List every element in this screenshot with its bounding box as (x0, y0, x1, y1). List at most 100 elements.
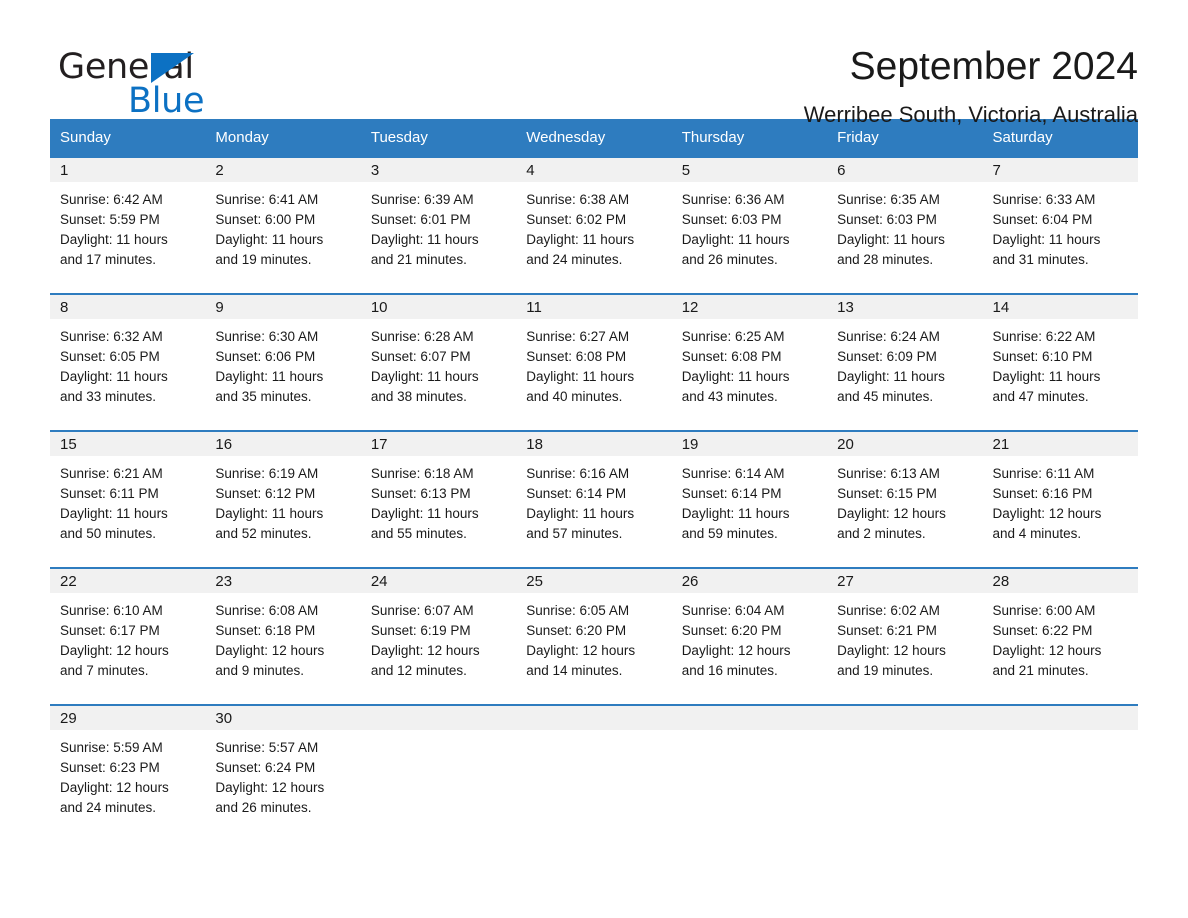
day-number-band (982, 706, 1138, 730)
calendar-day-cell[interactable]: 17 Sunrise: 6:18 AM Sunset: 6:13 PM Dayligh… (360, 430, 517, 568)
calendar-day-cell[interactable]: 27 Sunrise: 6:02 AM Sunset: 6:21 PM Dayligh… (827, 567, 983, 705)
calendar-day-cell[interactable]: 22 Sunrise: 6:10 AM Sunset: 6:17 PM Dayligh… (50, 567, 206, 705)
calendar-day-cell[interactable]: 30 Sunrise: 5:57 AM Sunset: 6:24 PM Dayligh… (205, 704, 361, 838)
calendar-empty-cell (516, 704, 672, 838)
calendar-day-cell[interactable]: 21 Sunrise: 6:11 AM Sunset: 6:16 PM Dayligh… (982, 430, 1138, 568)
day-number-band: 15 (50, 432, 206, 456)
day-number-band: 12 (671, 295, 828, 319)
sunset-text: Sunset: 6:23 PM (60, 760, 160, 775)
calendar-day-cell[interactable]: 25 Sunrise: 6:05 AM Sunset: 6:20 PM Dayligh… (516, 567, 672, 705)
sunset-text: Sunset: 6:16 PM (992, 486, 1093, 501)
day-number-band: 5 (671, 158, 828, 182)
day-number-band: 18 (516, 432, 672, 456)
day-number-band: 16 (205, 432, 361, 456)
calendar-day-cell[interactable]: 9 Sunrise: 6:30 AM Sunset: 6:06 PM Daylight… (205, 293, 361, 431)
calendar-day-cell[interactable]: 4 Sunrise: 6:38 AM Sunset: 6:02 PM Daylight… (516, 156, 672, 294)
calendar-day-cell[interactable]: 12 Sunrise: 6:25 AM Sunset: 6:08 PM Dayligh… (671, 293, 828, 431)
daylight-text-line2: and 45 minutes. (837, 389, 934, 404)
sunrise-text: Sunrise: 6:41 AM (215, 192, 319, 207)
calendar-day-cell[interactable]: 5 Sunrise: 6:36 AM Sunset: 6:03 PM Daylight… (671, 156, 828, 294)
location-subtitle: Werribee South, Victoria, Australia (803, 102, 1138, 127)
calendar-day-cell[interactable]: 26 Sunrise: 6:04 AM Sunset: 6:20 PM Dayligh… (671, 567, 828, 705)
day-cell-body: Sunrise: 6:11 AM Sunset: 6:16 PM Daylight:… (983, 456, 1138, 544)
day-cell-body: Sunrise: 6:39 AM Sunset: 6:01 PM Daylight:… (361, 182, 516, 270)
calendar-page: General Blue September 2024 Werribee Sou… (0, 0, 1188, 918)
day-cell-body: Sunrise: 6:25 AM Sunset: 6:08 PM Daylight:… (672, 319, 827, 407)
calendar-day-cell[interactable]: 15 Sunrise: 6:21 AM Sunset: 6:11 PM Dayligh… (50, 430, 206, 568)
sunrise-text: Sunrise: 6:25 AM (681, 329, 785, 344)
calendar-day-cell[interactable]: 18 Sunrise: 6:16 AM Sunset: 6:14 PM Dayligh… (516, 430, 672, 568)
daylight-text-line2: and 57 minutes. (526, 526, 623, 541)
day-number: 18 (526, 436, 543, 453)
day-number: 14 (992, 299, 1010, 316)
sunrise-text: Sunrise: 6:32 AM (60, 329, 163, 344)
calendar-week-row: 29 Sunrise: 5:59 AM Sunset: 6:23 PM Dayligh… (50, 704, 1138, 838)
sunset-text: Sunset: 6:07 PM (370, 349, 471, 364)
day-number-band: 20 (827, 432, 983, 456)
day-number: 20 (837, 436, 854, 453)
daylight-text-line2: and 19 minutes. (215, 252, 312, 267)
sunrise-text: Sunrise: 6:14 AM (681, 466, 785, 481)
sunset-text: Sunset: 6:03 PM (837, 212, 937, 227)
sunrise-text: Sunrise: 6:30 AM (215, 329, 319, 344)
day-cell-body: Sunrise: 6:21 AM Sunset: 6:11 PM Daylight:… (50, 456, 205, 544)
daylight-text-line2: and 55 minutes. (370, 526, 467, 541)
day-number: 11 (526, 299, 542, 316)
calendar-day-cell[interactable]: 28 Sunrise: 6:00 AM Sunset: 6:22 PM Dayligh… (982, 567, 1138, 705)
calendar-day-cell[interactable]: 29 Sunrise: 5:59 AM Sunset: 6:23 PM Dayligh… (50, 704, 206, 838)
day-number-band: 8 (50, 295, 206, 319)
day-number: 3 (370, 162, 380, 179)
day-cell-body: Sunrise: 6:04 AM Sunset: 6:20 PM Daylight:… (672, 593, 827, 681)
calendar-day-cell[interactable]: 1 Sunrise: 6:42 AM Sunset: 5:59 PM Daylight… (50, 156, 206, 294)
day-number-band: 17 (360, 432, 517, 456)
sunrise-text: Sunrise: 6:27 AM (526, 329, 630, 344)
day-number: 25 (526, 573, 543, 590)
calendar-day-cell[interactable]: 19 Sunrise: 6:14 AM Sunset: 6:14 PM Dayligh… (671, 430, 828, 568)
sunrise-text: Sunrise: 6:05 AM (526, 603, 630, 618)
day-cell-body: Sunrise: 6:18 AM Sunset: 6:13 PM Daylight:… (361, 456, 516, 544)
daylight-text-line1: Daylight: 11 hours (60, 506, 168, 521)
daylight-text-line1: Daylight: 11 hours (526, 232, 635, 247)
day-number: 4 (526, 162, 535, 179)
sunrise-text: Sunrise: 5:57 AM (215, 740, 319, 755)
general-blue-logo[interactable]: General Blue (50, 42, 310, 120)
daylight-text-line2: and 26 minutes. (215, 800, 312, 815)
calendar-day-cell[interactable]: 24 Sunrise: 6:07 AM Sunset: 6:19 PM Dayligh… (360, 567, 517, 705)
calendar-day-cell[interactable]: 14 Sunrise: 6:22 AM Sunset: 6:10 PM Dayligh… (982, 293, 1138, 431)
sunrise-text: Sunrise: 6:42 AM (60, 192, 163, 207)
triangle-icon (151, 53, 194, 83)
calendar-day-cell[interactable]: 8 Sunrise: 6:32 AM Sunset: 6:05 PM Daylight… (50, 293, 206, 431)
day-number: 17 (370, 436, 388, 453)
sunrise-text: Sunrise: 6:08 AM (215, 603, 319, 618)
daylight-text-line2: and 2 minutes. (837, 526, 926, 541)
sunrise-text: Sunrise: 6:22 AM (992, 329, 1096, 344)
calendar-day-cell[interactable]: 23 Sunrise: 6:08 AM Sunset: 6:18 PM Dayligh… (205, 567, 361, 705)
day-cell-body: Sunrise: 6:05 AM Sunset: 6:20 PM Daylight:… (516, 593, 671, 681)
daylight-text-line2: and 35 minutes. (215, 389, 312, 404)
day-number: 28 (992, 573, 1010, 590)
calendar-day-cell[interactable]: 10 Sunrise: 6:28 AM Sunset: 6:07 PM Dayligh… (360, 293, 517, 431)
day-number-band (671, 706, 828, 730)
sunrise-text: Sunrise: 6:38 AM (526, 192, 630, 207)
day-cell-body: Sunrise: 6:33 AM Sunset: 6:04 PM Daylight:… (983, 182, 1138, 270)
calendar-day-cell[interactable]: 2 Sunrise: 6:41 AM Sunset: 6:00 PM Daylight… (205, 156, 361, 294)
page-header: General Blue September 2024 Werribee Sou… (50, 0, 1138, 127)
calendar-day-cell[interactable]: 16 Sunrise: 6:19 AM Sunset: 6:12 PM Dayligh… (205, 430, 361, 568)
day-number-band: 28 (982, 569, 1138, 593)
day-number: 29 (60, 710, 77, 727)
calendar-day-cell[interactable]: 13 Sunrise: 6:24 AM Sunset: 6:09 PM Dayligh… (827, 293, 983, 431)
day-number-band: 19 (671, 432, 828, 456)
day-number: 22 (60, 573, 77, 590)
sunset-text: Sunset: 6:21 PM (837, 623, 937, 638)
day-cell-body: Sunrise: 6:41 AM Sunset: 6:00 PM Daylight:… (205, 182, 360, 270)
day-number-band: 24 (360, 569, 517, 593)
sunrise-text: Sunrise: 6:35 AM (837, 192, 940, 207)
calendar-day-cell[interactable]: 3 Sunrise: 6:39 AM Sunset: 6:01 PM Daylight… (360, 156, 517, 294)
calendar-day-cell[interactable]: 6 Sunrise: 6:35 AM Sunset: 6:03 PM Daylight… (827, 156, 983, 294)
day-number-band: 30 (205, 706, 361, 730)
day-cell-body (516, 730, 671, 738)
calendar-day-cell[interactable]: 20 Sunrise: 6:13 AM Sunset: 6:15 PM Dayligh… (827, 430, 983, 568)
calendar-day-cell[interactable]: 11 Sunrise: 6:27 AM Sunset: 6:08 PM Dayligh… (516, 293, 672, 431)
sunset-text: Sunset: 6:19 PM (370, 623, 471, 638)
calendar-day-cell[interactable]: 7 Sunrise: 6:33 AM Sunset: 6:04 PM Daylight… (982, 156, 1138, 294)
